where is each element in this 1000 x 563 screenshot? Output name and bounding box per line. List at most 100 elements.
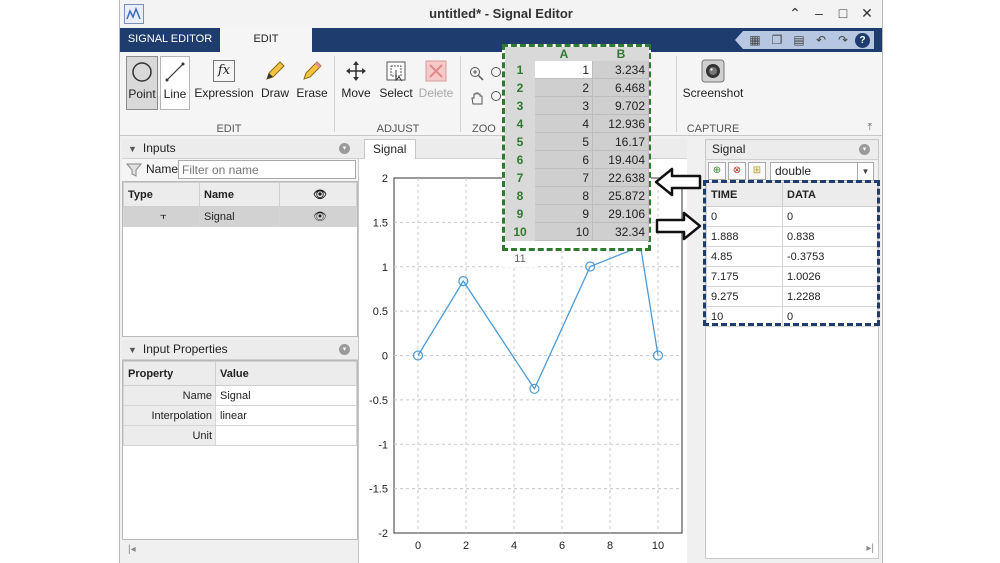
zoom-out-icon[interactable]: [490, 66, 502, 88]
table-row[interactable]: 9.275 1.2288: [706, 286, 878, 307]
sheet-cell-b[interactable]: 16.17: [593, 133, 649, 151]
panel-options-icon[interactable]: ▾: [339, 143, 350, 154]
property-unit-value[interactable]: [215, 425, 357, 446]
sheet-cell-a[interactable]: 6: [535, 151, 593, 169]
filter-funnel-icon[interactable]: [125, 162, 143, 178]
sheet-cell-b[interactable]: 29.106: [593, 205, 649, 223]
scroll-left-icon[interactable]: |◂: [128, 544, 136, 555]
time-cell[interactable]: 7.175: [706, 266, 783, 287]
redo-icon[interactable]: ↷: [833, 32, 853, 48]
data-cell[interactable]: -0.3753: [782, 246, 878, 267]
table-row[interactable]: 1.888 0.838: [706, 226, 878, 247]
zoom-in-icon[interactable]: [466, 66, 488, 88]
sheet-row-number[interactable]: 4: [505, 115, 535, 133]
line-button[interactable]: Line: [160, 56, 190, 110]
sheet-row-number[interactable]: 8: [505, 187, 535, 205]
sheet-cell-a[interactable]: 3: [535, 97, 593, 115]
time-cell[interactable]: 9.275: [706, 286, 783, 307]
sheet-cell-a[interactable]: 9: [535, 205, 593, 223]
sheet-cell-b[interactable]: 25.872: [593, 187, 649, 205]
chevron-down-icon[interactable]: ▼: [857, 163, 873, 180]
maximize-icon[interactable]: □: [836, 5, 850, 21]
sheet-column-a[interactable]: A: [535, 47, 593, 61]
sheet-row-number[interactable]: 6: [505, 151, 535, 169]
table-row[interactable]: 4.85 -0.3753: [706, 246, 878, 267]
sheet-cell-b[interactable]: 6.468: [593, 79, 649, 97]
sheet-cell-b[interactable]: 9.702: [593, 97, 649, 115]
tab-signal-plot[interactable]: Signal ×: [364, 139, 416, 175]
sheet-cell-a[interactable]: 8: [535, 187, 593, 205]
visibility-eye-icon[interactable]: 👁: [279, 206, 357, 227]
draw-button[interactable]: Draw: [258, 56, 292, 110]
sheet-cell-a[interactable]: 5: [535, 133, 593, 151]
table-row[interactable]: 7.175 1.0026: [706, 266, 878, 287]
property-interpolation-value[interactable]: linear: [215, 405, 357, 426]
sheet-cell-a[interactable]: 1: [535, 61, 593, 79]
move-button[interactable]: Move: [338, 56, 374, 110]
sheet-cell-a[interactable]: 7: [535, 169, 593, 187]
sheet-row-number[interactable]: 9: [505, 205, 535, 223]
select-button[interactable]: Select: [376, 56, 416, 110]
table-row[interactable]: 00: [706, 206, 878, 227]
paste-icon[interactable]: ▤: [789, 32, 809, 48]
panel-options-icon[interactable]: ▾: [339, 344, 350, 355]
sheet-cell-a[interactable]: 2: [535, 79, 593, 97]
table-row[interactable]: ⫟ Signal 👁: [123, 206, 357, 227]
undo-icon[interactable]: ↶: [811, 32, 831, 48]
column-header-name[interactable]: Name: [199, 182, 280, 207]
close-icon[interactable]: ✕: [860, 5, 874, 21]
sheet-row-number[interactable]: 7: [505, 169, 535, 187]
time-cell[interactable]: 1.888: [706, 226, 783, 247]
property-name-value[interactable]: Signal: [215, 385, 357, 406]
copy-icon[interactable]: ❐: [767, 32, 787, 48]
sheet-column-b[interactable]: B: [593, 47, 649, 61]
delete-button[interactable]: Delete: [418, 56, 454, 110]
erase-button[interactable]: Erase: [294, 56, 330, 110]
tab-edit[interactable]: EDIT: [220, 28, 312, 52]
sheet-cell-a[interactable]: 4: [535, 115, 593, 133]
chevron-up-icon[interactable]: ⌃: [788, 5, 802, 21]
expression-button[interactable]: fx Expression: [194, 56, 254, 110]
table-row[interactable]: 10 0: [706, 306, 878, 327]
delete-row-icon[interactable]: ⊗: [728, 162, 746, 180]
minimize-icon[interactable]: –: [812, 5, 826, 21]
tab-signal-editor[interactable]: SIGNAL EDITOR: [120, 28, 220, 52]
add-row-icon[interactable]: ⊕: [708, 162, 726, 180]
time-cell[interactable]: 0: [706, 206, 783, 227]
sheet-row-number[interactable]: 10: [505, 223, 535, 241]
point-button[interactable]: Point: [126, 56, 158, 110]
column-header-visibility[interactable]: 👁: [279, 182, 357, 207]
sheet-cell-b[interactable]: 22.638: [593, 169, 649, 187]
panel-options-icon[interactable]: ▾: [859, 144, 870, 155]
sheet-cell-b[interactable]: 12.936: [593, 115, 649, 133]
data-cell[interactable]: 0: [782, 206, 878, 227]
time-cell[interactable]: 10: [706, 306, 783, 327]
filter-name-input[interactable]: [178, 160, 356, 179]
time-cell[interactable]: 4.85: [706, 246, 783, 267]
sheet-cell-b[interactable]: 32.34: [593, 223, 649, 241]
caret-down-icon[interactable]: ▼: [128, 341, 137, 360]
zoom-fit-icon[interactable]: [490, 90, 502, 112]
sheet-cell-b[interactable]: 19.404: [593, 151, 649, 169]
grid-icon[interactable]: ▦: [745, 32, 765, 48]
data-cell[interactable]: 0: [782, 306, 878, 327]
help-icon[interactable]: ?: [855, 32, 870, 48]
sheet-cell-a[interactable]: 10: [535, 223, 593, 241]
pan-hand-icon[interactable]: [466, 90, 488, 112]
collapse-ribbon-icon[interactable]: ⤒: [868, 122, 872, 133]
scroll-right-icon[interactable]: ▸|: [866, 543, 874, 554]
caret-down-icon[interactable]: ▼: [128, 140, 137, 159]
sheet-row-number[interactable]: 2: [505, 79, 535, 97]
data-cell[interactable]: 0.838: [782, 226, 878, 247]
screenshot-button[interactable]: Screenshot: [680, 56, 746, 110]
sheet-row-number[interactable]: 1: [505, 61, 535, 79]
sheet-row-number[interactable]: 5: [505, 133, 535, 151]
sheet-cell-b[interactable]: 3.234: [593, 61, 649, 79]
data-cell[interactable]: 1.2288: [782, 286, 878, 307]
insert-row-icon[interactable]: ⊞: [748, 162, 766, 180]
datatype-dropdown[interactable]: double ▼: [770, 162, 874, 181]
column-header-type[interactable]: Type: [123, 182, 200, 207]
sheet-row-number[interactable]: 3: [505, 97, 535, 115]
data-cell[interactable]: 1.0026: [782, 266, 878, 287]
signal-name-cell[interactable]: Signal: [199, 206, 280, 227]
